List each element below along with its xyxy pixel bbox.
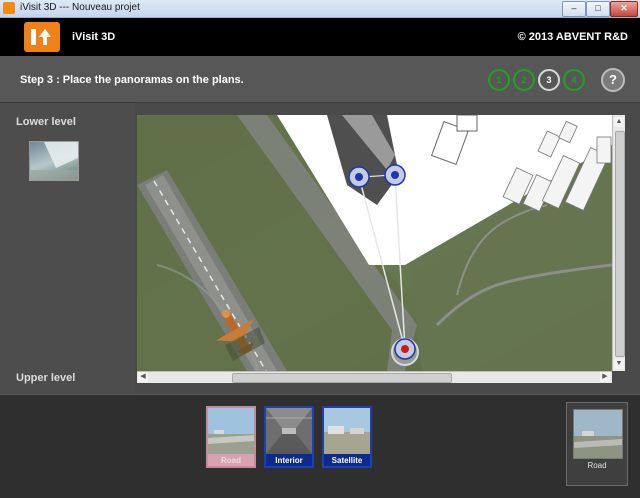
- scroll-down-arrow-icon[interactable]: ▼: [614, 359, 624, 369]
- step-4-button[interactable]: 4: [563, 69, 585, 91]
- panorama-thumbnail-interior[interactable]: Interior: [264, 406, 314, 468]
- panorama-thumbnail-satellite[interactable]: Satellite: [322, 406, 372, 468]
- vertical-scroll-thumb[interactable]: [615, 131, 625, 357]
- panorama-label-road: Road: [221, 456, 241, 465]
- help-button[interactable]: ?: [601, 68, 625, 92]
- panorama-tray: [0, 394, 640, 498]
- upper-level-label: Upper level: [16, 372, 76, 384]
- step-1-button[interactable]: 1: [488, 69, 510, 91]
- step-2-button[interactable]: 2: [513, 69, 535, 91]
- panorama-marker-selected: [394, 338, 416, 360]
- copyright-text: © 2013 ABVENT R&D: [517, 31, 628, 43]
- step-3-button[interactable]: 3: [538, 69, 560, 91]
- scroll-left-arrow-icon[interactable]: ◀: [138, 372, 148, 382]
- lower-level-plan-thumbnail[interactable]: [29, 141, 79, 181]
- close-button[interactable]: ✕: [610, 1, 638, 17]
- app-title: iVisit 3D: [72, 31, 116, 43]
- panorama-label-interior: Interior: [275, 456, 303, 465]
- map-horizontal-scrollbar[interactable]: ◀ ▶: [137, 371, 612, 383]
- horizontal-scroll-thumb[interactable]: [232, 373, 452, 383]
- window-title-bar: iVisit 3D --- Nouveau projet – □ ✕: [0, 0, 640, 18]
- map-vertical-scrollbar[interactable]: ▲ ▼: [612, 115, 625, 371]
- scroll-up-arrow-icon[interactable]: ▲: [614, 117, 624, 127]
- maximize-button[interactable]: □: [586, 1, 610, 17]
- step-instruction: Step 3 : Place the panoramas on the plan…: [20, 74, 244, 86]
- ivisit-logo-icon: [24, 22, 60, 52]
- window-title: iVisit 3D --- Nouveau projet: [20, 2, 140, 13]
- panorama-marker-1: [348, 166, 370, 188]
- app-window-icon: [3, 2, 15, 14]
- panorama-thumbnail-road[interactable]: Road: [206, 406, 256, 468]
- minimize-button[interactable]: –: [562, 1, 586, 17]
- panorama-label-satellite: Satellite: [331, 456, 363, 465]
- preview-label: Road: [587, 461, 607, 470]
- panorama-marker-2: [384, 164, 406, 186]
- scroll-right-arrow-icon[interactable]: ▶: [600, 372, 610, 382]
- lower-level-label: Lower level: [16, 116, 76, 128]
- selected-panorama-preview: Road: [566, 402, 628, 486]
- plan-map-viewport[interactable]: [137, 115, 612, 371]
